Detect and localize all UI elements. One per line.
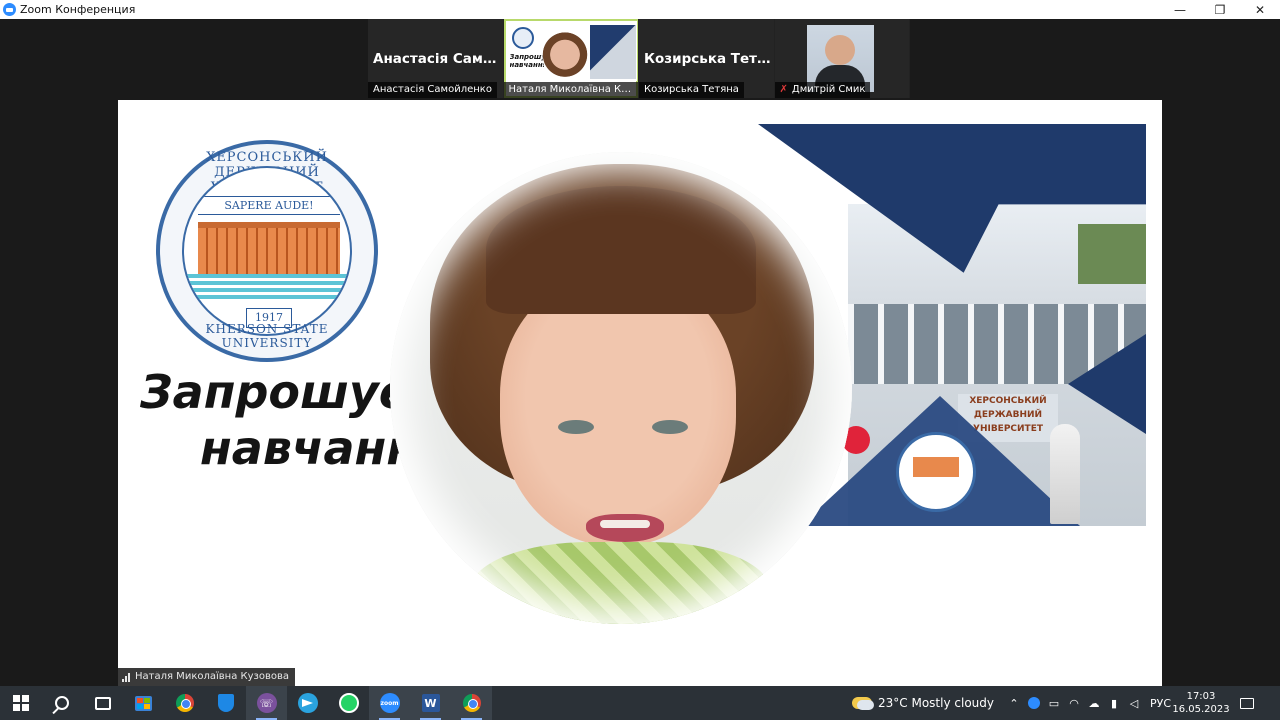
shield-icon: [217, 694, 234, 712]
weather-widget[interactable]: 23°C Mostly cloudy: [852, 686, 994, 720]
system-tray: ⌃ ▭ ◠ ☁ ▮ ◁ РУС: [1004, 686, 1177, 720]
participant-video: Запрошуємо навчання: [505, 21, 637, 81]
university-seal-thumb: [511, 27, 534, 49]
viber-icon: ☏: [256, 693, 277, 713]
window-titlebar: Zoom Конференция — ❐ ✕: [0, 0, 1280, 19]
active-speaker-video: ХЕРСОНСЬКИЙ ДЕРЖАВНИЙ УНІВЕРСИТЕТ SAPERE…: [118, 100, 1162, 686]
whatsapp-button[interactable]: [328, 686, 369, 720]
audio-level-icon: [122, 672, 131, 682]
seal-building: [198, 222, 340, 274]
clock-date: 16.05.2023: [1172, 704, 1230, 715]
banner-thumb: [589, 25, 636, 79]
chrome-icon: [175, 694, 194, 712]
search-icon: [54, 696, 69, 710]
restore-button[interactable]: ❐: [1200, 0, 1240, 19]
taskbar-clock[interactable]: 17:03 16.05.2023: [1172, 686, 1230, 720]
statue: [1050, 424, 1080, 524]
chrome-button[interactable]: [164, 686, 205, 720]
task-view-icon: [94, 696, 111, 710]
active-speaker-name: Наталя Миколаївна Кузовова: [135, 671, 289, 682]
weather-temp: 23°C: [878, 696, 908, 710]
sign-line-2: ДЕРЖАВНИЙ: [973, 410, 1043, 420]
zoom-tray-icon[interactable]: [1024, 686, 1044, 720]
viber-button[interactable]: ☏: [246, 686, 287, 720]
word-button[interactable]: W: [410, 686, 451, 720]
sign-line-1: ХЕРСОНСЬКИЙ: [969, 396, 1047, 406]
store-icon: [135, 695, 152, 711]
thumb-invite-text: Запрошуємо навчання: [509, 53, 544, 69]
participant-display-name: Анастасія Само...: [373, 51, 501, 67]
window-controls: — ❐ ✕: [1160, 0, 1280, 19]
word-icon: W: [421, 694, 440, 712]
notification-icon: [1240, 697, 1254, 709]
zoom-button[interactable]: zoom: [369, 686, 410, 720]
participant-name-text: Дмитрій Смик: [791, 84, 866, 95]
participant-tile[interactable]: ✗ Дмитрій Смик: [774, 19, 909, 98]
participant-strip: Анастасія Само... Анастасія Самойленко З…: [368, 19, 910, 98]
person-head: [824, 35, 855, 65]
meeting-area: Анастасія Само... Анастасія Самойленко З…: [0, 19, 1280, 686]
telegram-button[interactable]: [287, 686, 328, 720]
search-button[interactable]: [41, 686, 82, 720]
building-wall: [1078, 224, 1146, 284]
close-button[interactable]: ✕: [1240, 0, 1280, 19]
seal-bottom-text: KHERSON STATE UNIVERSITY: [205, 322, 329, 350]
clock-time: 17:03: [1186, 691, 1216, 702]
participant-name-label: Козирська Тетяна: [639, 82, 744, 98]
seal-inner: SAPERE AUDE! 1917: [182, 166, 352, 336]
task-view-button[interactable]: [82, 686, 123, 720]
notification-center-button[interactable]: [1232, 686, 1262, 720]
university-seal-small: [896, 432, 976, 512]
zoom-app-icon: [3, 3, 16, 16]
start-button[interactable]: [0, 686, 41, 720]
zoom-icon: zoom: [379, 693, 400, 713]
cloud-icon[interactable]: ☁: [1084, 686, 1104, 720]
speaker-face-thumb: [541, 26, 588, 78]
participant-tile[interactable]: Козирська Тетя... Козирська Тетяна: [639, 19, 774, 98]
partly-cloudy-icon: [852, 697, 874, 710]
battery-icon[interactable]: ▭: [1044, 686, 1064, 720]
windows-logo-icon: [12, 695, 29, 711]
show-hidden-icons-icon[interactable]: ⌃: [1004, 686, 1024, 720]
participant-name-label: Наталя Миколаївна Кузо...: [503, 82, 638, 98]
window-title: Zoom Конференция: [20, 3, 136, 16]
participant-tile-active-speaker[interactable]: Запрошуємо навчання Наталя Миколаївна Ку…: [503, 19, 638, 98]
participant-name-label: ✗ Дмитрій Смик: [774, 82, 871, 98]
defender-button[interactable]: [205, 686, 246, 720]
wifi-icon[interactable]: ◠: [1064, 686, 1084, 720]
minimize-button[interactable]: —: [1160, 0, 1200, 19]
chrome-profile-button[interactable]: [451, 686, 492, 720]
weather-condition: Mostly cloudy: [911, 696, 994, 710]
seal-waves: [184, 274, 350, 300]
chrome-icon: [462, 694, 481, 712]
university-seal: ХЕРСОНСЬКИЙ ДЕРЖАВНИЙ УНІВЕРСИТЕТ SAPERE…: [156, 140, 378, 362]
portrait-vignette: [390, 152, 852, 624]
participant-display-name: Козирська Тетя...: [644, 51, 772, 67]
active-speaker-label: Наталя Миколаївна Кузовова: [118, 668, 295, 686]
speaker-portrait: [390, 152, 852, 624]
whatsapp-icon: [338, 693, 359, 713]
participant-tile[interactable]: Анастасія Само... Анастасія Самойленко: [368, 19, 503, 98]
mic-muted-icon: ✗: [779, 84, 788, 95]
seal-motto: SAPERE AUDE!: [198, 196, 340, 215]
microphone-icon[interactable]: ▮: [1104, 686, 1124, 720]
telegram-icon: [297, 693, 318, 713]
store-button[interactable]: [123, 686, 164, 720]
volume-icon[interactable]: ◁: [1124, 686, 1144, 720]
participant-name-label: Анастасія Самойленко: [368, 82, 497, 98]
